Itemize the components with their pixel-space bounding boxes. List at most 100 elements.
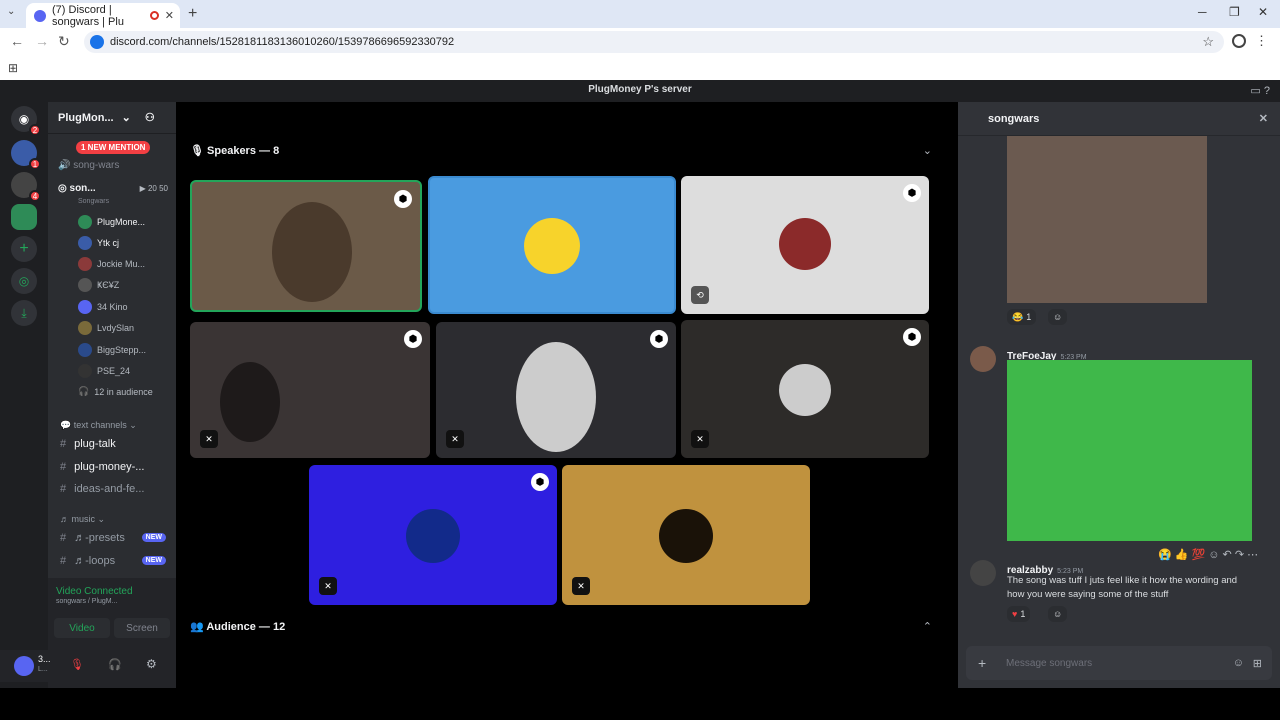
message-actions[interactable]: 😭 👍 💯 ☺ ↶ ↷ ⋯ xyxy=(1158,548,1258,561)
speaker-tile-video[interactable]: ⬢ xyxy=(190,180,422,312)
add-attachment-icon[interactable]: + xyxy=(978,655,986,671)
url-field[interactable]: discord.com/channels/1528181183136010260… xyxy=(84,31,1224,53)
voice-user[interactable]: Jockie Mu... xyxy=(78,257,145,271)
speaker-tile-avatar[interactable]: ⬢ ✕ xyxy=(309,465,557,605)
back-icon[interactable]: ← xyxy=(10,33,24,49)
browser-menu-icon[interactable]: ⋮ xyxy=(1255,33,1268,49)
category-music[interactable]: ♬ music ⌄ xyxy=(60,514,105,525)
channel-presets[interactable]: # ♬-presets xyxy=(60,532,125,544)
minimize-icon[interactable]: ─ xyxy=(1198,5,1207,19)
server-title: PlugMoney P's server xyxy=(588,84,692,95)
bookmark-star-icon[interactable]: ☆ xyxy=(1202,34,1214,50)
mic-muted-icon: ✕ xyxy=(572,577,590,595)
speakers-header[interactable]: 🎙 Speakers — 8 xyxy=(190,144,279,157)
new-mention-badge[interactable]: 1 NEW MENTION xyxy=(76,141,151,154)
profile-icon[interactable] xyxy=(1232,34,1246,48)
close-panel-icon[interactable]: ✕ xyxy=(1259,112,1268,125)
channel-loops[interactable]: # ♬-loops xyxy=(60,555,115,567)
collapse-icon[interactable]: ⌄ xyxy=(923,144,932,157)
headphones-icon[interactable]: 🎧 xyxy=(108,658,122,671)
username: 3... xyxy=(38,654,51,664)
server-header[interactable]: PlugMon... ⌄ ⚇ xyxy=(48,102,176,134)
apps-grid-icon[interactable]: ⊞ xyxy=(8,61,18,75)
server-icon-2[interactable]: 4 xyxy=(11,172,41,202)
server-icon-plugmoney[interactable] xyxy=(11,204,37,230)
mic-muted-icon[interactable]: 🎙 xyxy=(70,658,84,671)
site-info-icon[interactable] xyxy=(90,35,104,49)
bookmarks-bar: ⊞ xyxy=(0,56,1280,80)
category-text-channels[interactable]: 💬 text channels ⌄ xyxy=(60,420,137,431)
avatar[interactable] xyxy=(14,656,34,676)
reload-icon[interactable]: ↻ xyxy=(58,33,70,50)
dm-badge: 2 xyxy=(29,124,41,136)
new-tab-button[interactable]: + xyxy=(188,5,197,23)
screen-share-button[interactable]: Screen xyxy=(114,618,170,638)
browser-tab[interactable]: (7) Discord | songwars | Plu ✕ xyxy=(26,3,180,28)
restore-icon[interactable]: ❐ xyxy=(1229,5,1240,19)
channel-ideas[interactable]: # ideas-and-fe... xyxy=(60,483,144,495)
new-badge: NEW xyxy=(141,533,166,542)
voice-user[interactable]: PSE_24 xyxy=(78,364,130,378)
speaker-tile-video[interactable]: ⬢ ✕ xyxy=(190,322,430,458)
server-badge: 1 xyxy=(29,158,41,170)
download-icon[interactable]: ⤓ xyxy=(11,300,37,326)
server-icon-1[interactable]: 1 xyxy=(11,140,41,170)
voice-user[interactable]: LvdySlan xyxy=(78,321,134,335)
add-reaction-icon[interactable]: ☺ xyxy=(1048,309,1068,325)
audience-count[interactable]: 🎧 12 in audience xyxy=(78,386,153,397)
close-window-icon[interactable]: ✕ xyxy=(1258,5,1268,19)
mic-muted-icon: ✕ xyxy=(691,430,709,448)
emoji-icon[interactable]: ☺ xyxy=(1233,657,1244,669)
speaker-tile-avatar[interactable] xyxy=(428,176,676,314)
inbox-help-icons[interactable]: ▭ ? xyxy=(1250,84,1270,97)
mic-muted-icon: ✕ xyxy=(446,430,464,448)
tab-close-icon[interactable]: ✕ xyxy=(165,9,174,22)
speaker-tile-avatar[interactable]: ✕ xyxy=(562,465,810,605)
channel-plug-money[interactable]: # plug-money-... xyxy=(60,461,144,473)
reaction-heart[interactable]: ♥ 1 xyxy=(1007,606,1031,622)
speaker-tile-avatar[interactable]: ⬢ ✕ xyxy=(681,320,929,458)
gif-image[interactable] xyxy=(1007,136,1207,303)
settings-gear-icon[interactable]: ⚙ xyxy=(146,657,157,671)
add-server-icon[interactable]: + xyxy=(11,236,37,262)
voice-sub: songwars / PlugM... xyxy=(56,598,118,605)
explore-icon[interactable]: ◎ xyxy=(11,268,37,294)
forward-icon[interactable]: → xyxy=(35,33,49,49)
chat-header: songwars ✕ xyxy=(958,102,1280,136)
stage-area: 🎙 Speakers — 8 ⌄ ⬢ ⬢ ⟲ ⬢ ✕ ⬢ ✕ ⬢ ✕ ⬢ ✕ ✕… xyxy=(176,102,952,688)
video-button[interactable]: Video xyxy=(54,618,110,638)
voice-user[interactable]: 34 Kino xyxy=(78,300,128,314)
expand-icon[interactable]: ⌃ xyxy=(923,620,932,633)
moderator-icon: ⬢ xyxy=(404,330,422,348)
gif-image[interactable] xyxy=(1007,360,1252,541)
voice-user[interactable]: ҜЄ¥Ζ xyxy=(78,278,119,292)
voice-channel-songwars[interactable]: ◎ son... xyxy=(58,183,96,194)
tab-title: (7) Discord | songwars | Plu xyxy=(52,3,124,28)
mic-muted-icon: ✕ xyxy=(319,577,337,595)
stage-channel[interactable]: 🔊 song-wars xyxy=(58,160,119,171)
voice-status: Video Connected xyxy=(56,586,133,597)
tab-search-icon[interactable]: ⌄ xyxy=(7,6,15,17)
voice-user[interactable]: BiggStepp... xyxy=(78,343,146,357)
new-badge: NEW xyxy=(141,556,166,565)
address-bar: ← → ↻ discord.com/channels/1528181183136… xyxy=(0,28,1280,56)
apps-icon[interactable]: ⊞ xyxy=(1253,657,1262,670)
channel-plug-talk[interactable]: # plug-talk xyxy=(60,438,116,450)
invite-icon[interactable]: ⚇ xyxy=(145,111,155,124)
headphones-icon: 🎧 xyxy=(78,386,90,396)
add-reaction-icon[interactable]: ☺ xyxy=(1048,606,1068,622)
speaker-video-feed xyxy=(272,202,352,302)
moderator-icon: ⬢ xyxy=(394,190,412,208)
message-input[interactable]: + Message songwars ☺ ⊞ xyxy=(966,646,1272,680)
audience-header[interactable]: 👥 Audience — 12 xyxy=(190,620,285,633)
avatar[interactable] xyxy=(970,560,996,586)
reaction-laugh[interactable]: 😂 1 xyxy=(1007,309,1037,325)
speaker-tile-video[interactable]: ⬢ ✕ xyxy=(436,322,676,458)
speaker-tile-avatar[interactable]: ⬢ ⟲ xyxy=(681,176,929,314)
voice-user[interactable]: PlugMone... xyxy=(78,215,145,229)
server-badge: 4 xyxy=(29,190,41,202)
home-dm-icon[interactable]: ◉ 2 xyxy=(11,106,41,136)
voice-user[interactable]: Ytk cj xyxy=(78,236,119,250)
chat-channel-name: songwars xyxy=(988,112,1040,125)
avatar[interactable] xyxy=(970,346,996,372)
